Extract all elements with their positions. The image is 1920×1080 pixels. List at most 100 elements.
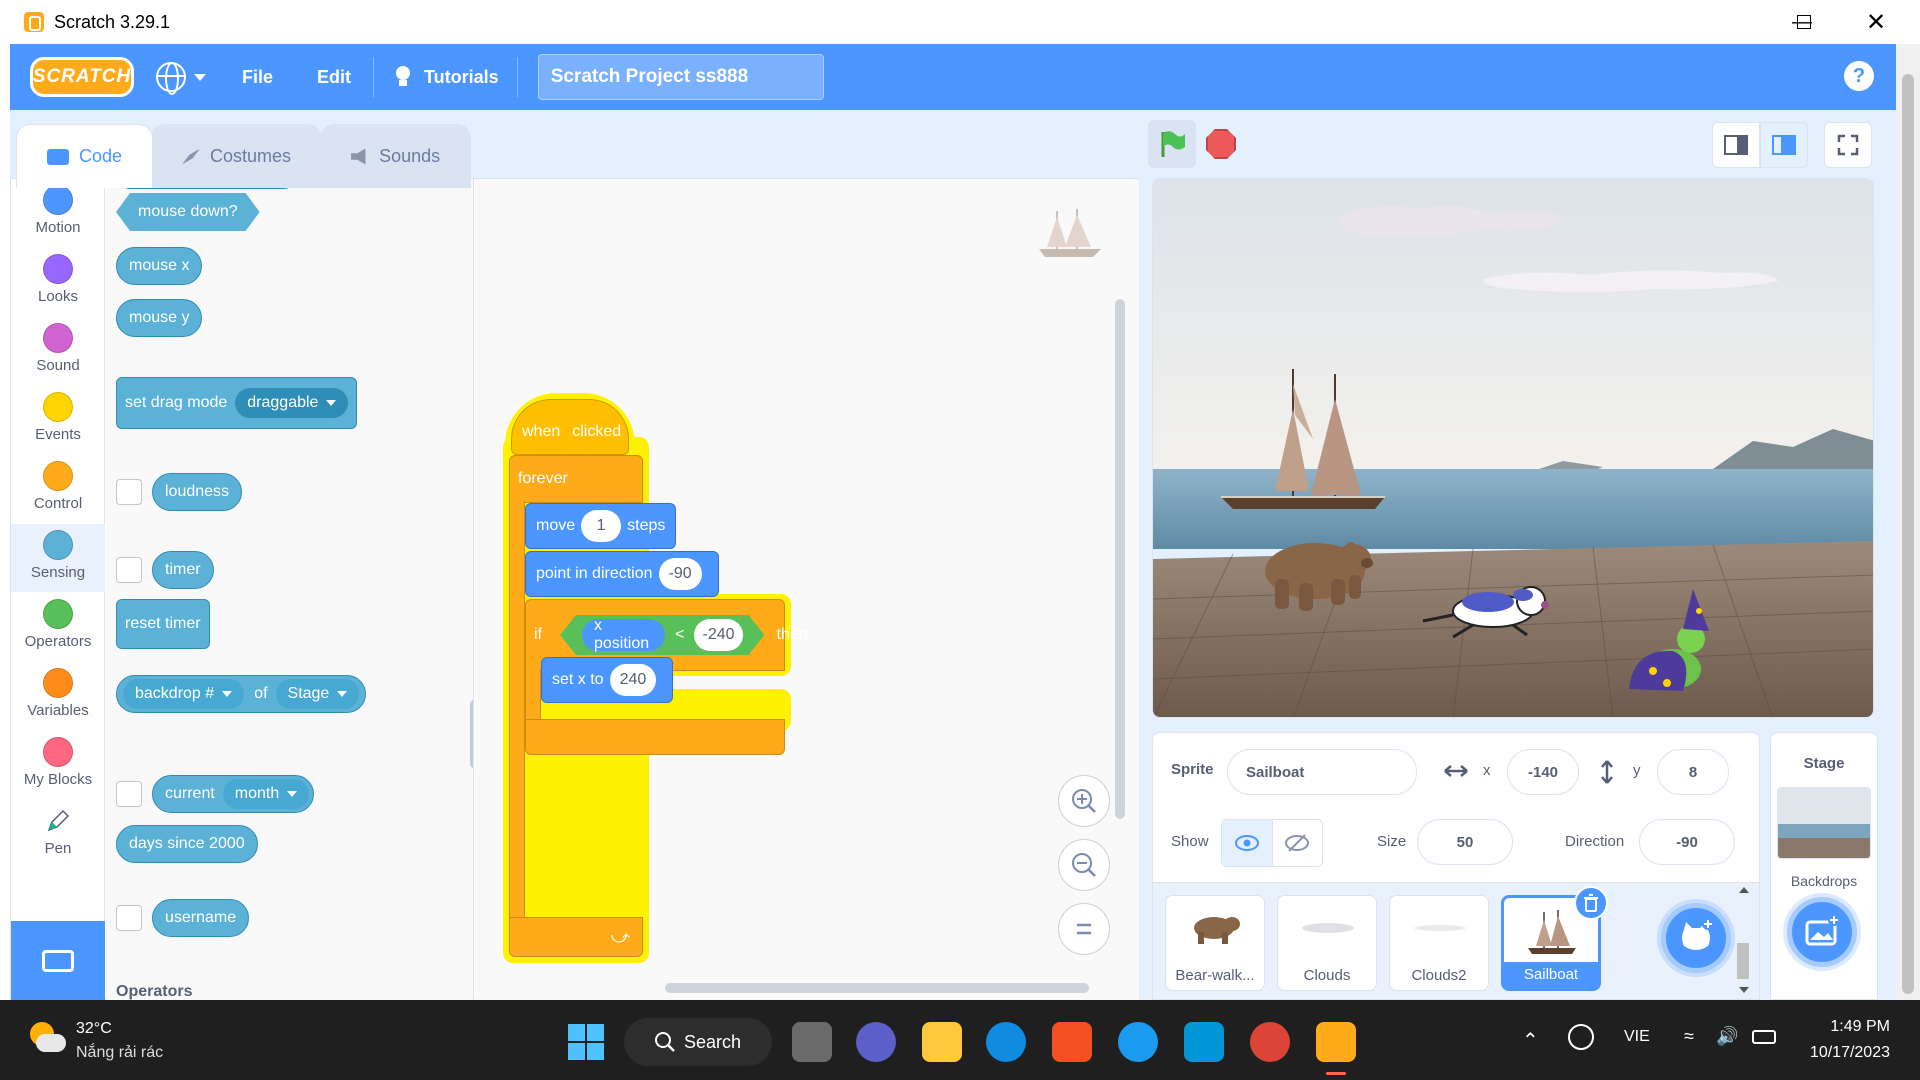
weather-icon[interactable] bbox=[28, 1020, 68, 1056]
edge-icon[interactable] bbox=[986, 1022, 1026, 1062]
volume-icon[interactable]: 🔊 bbox=[1716, 1026, 1738, 1047]
scratch-logo[interactable]: SCRATCH bbox=[30, 57, 134, 97]
tab-code[interactable]: Code bbox=[16, 124, 154, 188]
y-position-input[interactable]: 8 bbox=[1657, 749, 1729, 795]
category-variables[interactable]: Variables bbox=[11, 662, 105, 730]
category-my-blocks[interactable]: My Blocks bbox=[11, 731, 105, 799]
size-input[interactable]: 50 bbox=[1417, 819, 1513, 865]
month-dropdown[interactable]: month bbox=[222, 779, 310, 809]
stage-dropdown[interactable]: Stage bbox=[275, 679, 360, 709]
script-workspace[interactable]: when clicked forever ⤻ move 1 steps poin… bbox=[475, 179, 1139, 1001]
sprite-tile-selected[interactable]: Sailboat bbox=[1501, 886, 1608, 991]
sprite-tile[interactable]: Clouds2 bbox=[1389, 895, 1489, 991]
zoom-out-button[interactable] bbox=[1058, 839, 1110, 891]
direction-input[interactable]: -90 bbox=[1639, 819, 1735, 865]
backdrop-dropdown[interactable]: backdrop # bbox=[123, 679, 245, 709]
category-sensing[interactable]: Sensing bbox=[11, 524, 105, 592]
chevron-up-icon[interactable]: ⌃ bbox=[1522, 1028, 1539, 1053]
clock-time[interactable]: 1:49 PM bbox=[1800, 1018, 1890, 1036]
chat-icon[interactable] bbox=[856, 1022, 896, 1062]
block-when-flag-clicked[interactable]: when clicked bbox=[511, 399, 629, 455]
category-control[interactable]: Control bbox=[11, 455, 105, 523]
timer-checkbox[interactable] bbox=[116, 557, 142, 583]
block-username[interactable]: username bbox=[152, 899, 250, 937]
compare-value-input[interactable]: -240 bbox=[694, 619, 742, 651]
window-scrollbar[interactable] bbox=[1896, 44, 1920, 1000]
weather-desc[interactable]: Nắng rải rác bbox=[76, 1044, 163, 1062]
store-icon[interactable] bbox=[1052, 1022, 1092, 1062]
file-explorer-icon[interactable] bbox=[922, 1022, 962, 1062]
fullscreen-button[interactable] bbox=[1824, 122, 1872, 168]
sprite-list-scrollbar[interactable] bbox=[1733, 883, 1753, 999]
language-globe-icon[interactable] bbox=[156, 62, 186, 95]
small-stage-button[interactable] bbox=[1712, 122, 1760, 168]
tutorials-menu[interactable]: Tutorials bbox=[424, 67, 499, 88]
weather-temp[interactable]: 32°C bbox=[76, 1020, 112, 1038]
workspace-vertical-scrollbar[interactable] bbox=[1115, 299, 1125, 819]
start-icon[interactable] bbox=[566, 1022, 606, 1062]
category-pen[interactable]: Pen bbox=[11, 800, 105, 868]
block-less-than[interactable]: x position < -240 bbox=[560, 615, 765, 655]
project-title-input[interactable]: Scratch Project ss888 bbox=[537, 54, 824, 100]
close-window-button[interactable]: ✕ bbox=[1848, 0, 1904, 44]
chevron-down-icon[interactable] bbox=[194, 73, 206, 81]
set-x-input[interactable]: 240 bbox=[609, 664, 657, 696]
choose-backdrop-button[interactable] bbox=[1787, 897, 1857, 967]
clock-date[interactable]: 10/17/2023 bbox=[1790, 1044, 1890, 1062]
block-current[interactable]: current month bbox=[152, 775, 315, 813]
sync-icon[interactable] bbox=[1568, 1024, 1594, 1050]
help-app-icon[interactable] bbox=[1118, 1022, 1158, 1062]
block-mouse-x[interactable]: mouse x bbox=[116, 247, 203, 285]
stop-button[interactable] bbox=[1206, 129, 1236, 159]
block-set-x-to[interactable]: set x to 240 bbox=[541, 657, 674, 703]
zoom-in-button[interactable] bbox=[1058, 775, 1110, 827]
category-motion[interactable]: Motion bbox=[11, 179, 105, 247]
stage-canvas[interactable] bbox=[1152, 178, 1874, 718]
sprite-tile[interactable]: Clouds bbox=[1277, 895, 1377, 991]
block-set-drag-mode[interactable]: set drag mode draggable bbox=[116, 377, 358, 429]
current-checkbox[interactable] bbox=[116, 781, 142, 807]
palette-scrollbar[interactable] bbox=[470, 699, 473, 769]
tab-costumes[interactable]: Costumes bbox=[151, 124, 323, 188]
help-icon[interactable]: ? bbox=[1844, 61, 1874, 91]
block-backdrop-of[interactable]: backdrop # of Stage bbox=[116, 675, 367, 713]
sprite-name-input[interactable]: Sailboat bbox=[1227, 749, 1417, 795]
drag-mode-dropdown[interactable]: draggable bbox=[235, 388, 349, 418]
direction-input[interactable]: -90 bbox=[658, 558, 702, 590]
show-hidden-button[interactable] bbox=[1273, 820, 1323, 866]
category-operators[interactable]: Operators bbox=[11, 593, 105, 661]
edit-menu[interactable]: Edit bbox=[295, 67, 373, 88]
stage-selector-panel[interactable]: Stage Backdrops bbox=[1770, 732, 1878, 1000]
myhp-icon[interactable] bbox=[1184, 1022, 1224, 1062]
block-forever[interactable]: forever bbox=[509, 455, 643, 503]
wifi-icon[interactable]: ≈ bbox=[1684, 1026, 1694, 1047]
taskbar-search[interactable]: Search bbox=[624, 1018, 772, 1066]
category-sound[interactable]: Sound bbox=[11, 317, 105, 385]
block-move-steps[interactable]: move 1 steps bbox=[525, 503, 677, 549]
tab-sounds[interactable]: Sounds bbox=[320, 124, 472, 188]
file-menu[interactable]: File bbox=[220, 67, 295, 88]
language-indicator[interactable]: VIE bbox=[1624, 1028, 1650, 1046]
green-flag-button[interactable] bbox=[1148, 120, 1196, 168]
large-stage-button[interactable] bbox=[1760, 122, 1808, 168]
block-point-in-direction[interactable]: point in direction -90 bbox=[525, 551, 719, 597]
username-checkbox[interactable] bbox=[116, 905, 142, 931]
chrome-icon[interactable] bbox=[1250, 1022, 1290, 1062]
move-steps-input[interactable]: 1 bbox=[581, 510, 622, 542]
workspace-horizontal-scrollbar[interactable] bbox=[665, 983, 1089, 993]
battery-icon[interactable] bbox=[1752, 1030, 1776, 1044]
category-events[interactable]: Events bbox=[11, 386, 105, 454]
x-position-input[interactable]: -140 bbox=[1507, 749, 1579, 795]
loudness-checkbox[interactable] bbox=[116, 479, 142, 505]
category-looks[interactable]: Looks bbox=[11, 248, 105, 316]
delete-sprite-button[interactable] bbox=[1574, 886, 1608, 920]
choose-sprite-button[interactable] bbox=[1661, 903, 1731, 973]
scratch-taskbar-icon[interactable] bbox=[1316, 1022, 1356, 1062]
task-view-icon[interactable] bbox=[792, 1022, 832, 1062]
block-timer[interactable]: timer bbox=[152, 551, 214, 589]
block-mouse-down[interactable]: mouse down? bbox=[116, 193, 260, 231]
block-days-since-2000[interactable]: days since 2000 bbox=[116, 825, 258, 863]
block-reset-timer[interactable]: reset timer bbox=[116, 599, 210, 649]
block-loudness[interactable]: loudness bbox=[152, 473, 243, 511]
add-extension-button[interactable] bbox=[11, 921, 105, 1001]
